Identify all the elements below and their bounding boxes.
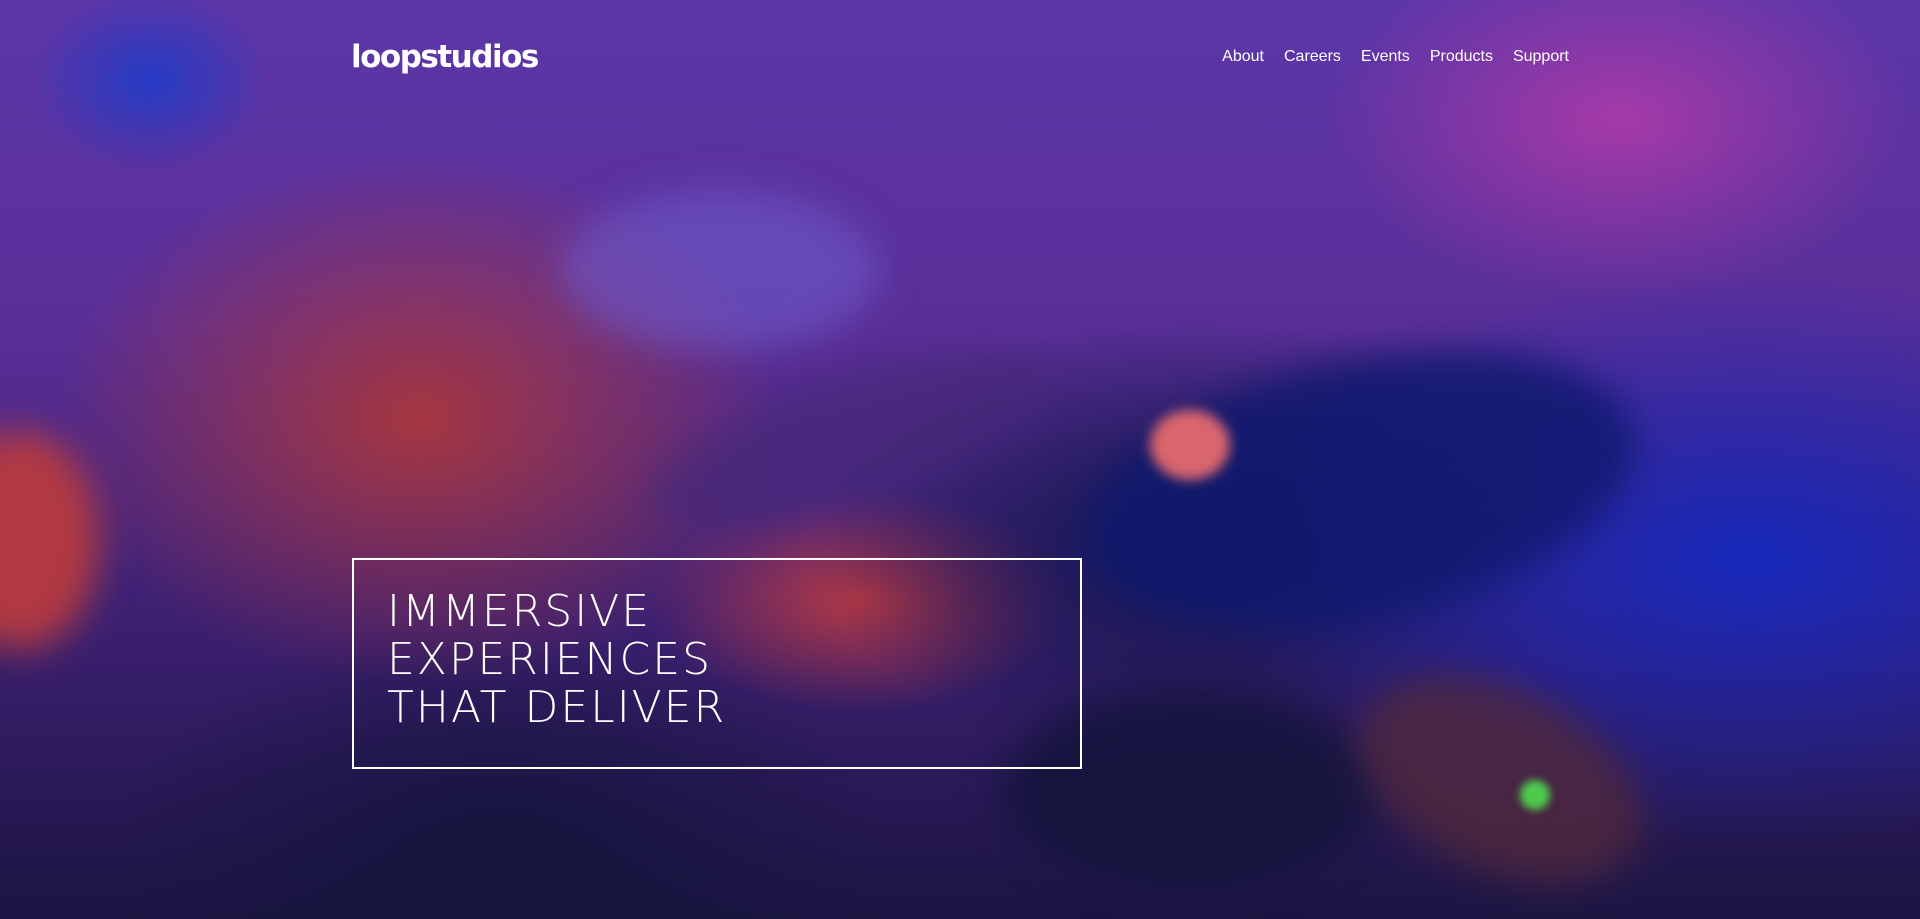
- background-image-shape: [560, 190, 880, 350]
- hero-section: loopstudios About Careers Events Product…: [0, 0, 1920, 919]
- main-navigation: About Careers Events Products Support: [1222, 48, 1569, 66]
- nav-link-events[interactable]: Events: [1361, 48, 1410, 66]
- background-image-shape: [1059, 304, 1661, 676]
- background-image-highlight: [1150, 410, 1230, 480]
- nav-link-careers[interactable]: Careers: [1284, 48, 1341, 66]
- background-image-shape: [631, 318, 1069, 562]
- background-image-shape: [0, 430, 100, 650]
- headline-line: IMMERSIVE: [387, 586, 652, 637]
- background-image-highlight: [1520, 780, 1550, 810]
- nav-link-support[interactable]: Support: [1513, 48, 1569, 66]
- nav-link-products[interactable]: Products: [1430, 48, 1493, 66]
- headline-line: THAT DELIVER: [387, 682, 727, 733]
- headline-line: EXPERIENCES: [387, 634, 712, 685]
- background-image-shape: [1326, 635, 1674, 919]
- headline-box: IMMERSIVE EXPERIENCES THAT DELIVER: [352, 558, 1082, 769]
- nav-link-about[interactable]: About: [1222, 48, 1264, 66]
- site-logo[interactable]: loopstudios: [351, 39, 539, 75]
- site-header: loopstudios About Careers Events Product…: [351, 32, 1569, 82]
- hero-headline: IMMERSIVE EXPERIENCES THAT DELIVER: [387, 588, 1080, 732]
